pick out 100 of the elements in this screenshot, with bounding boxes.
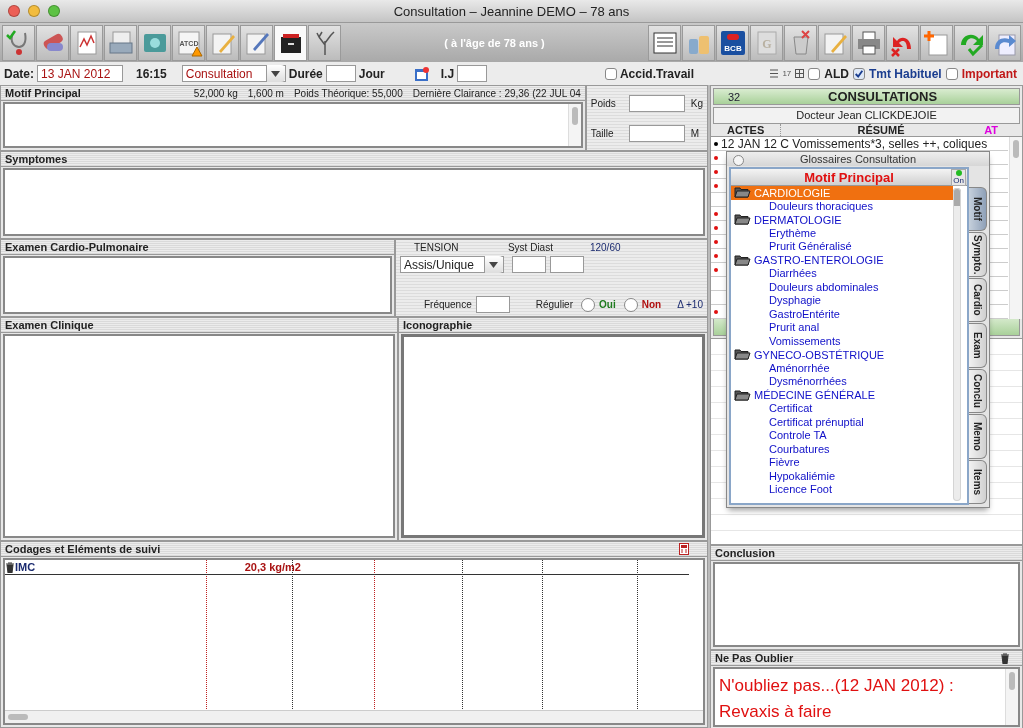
close-button[interactable] <box>8 5 20 17</box>
vertical-tab[interactable]: Cardio <box>969 277 987 323</box>
duree-label: Durée <box>288 66 323 81</box>
tree-item[interactable]: Aménorrhée <box>731 361 953 375</box>
calendar-icon[interactable] <box>413 65 430 82</box>
scrollbar[interactable] <box>953 188 961 501</box>
plus-icon[interactable] <box>795 69 805 78</box>
checkbox[interactable] <box>808 67 821 80</box>
tree-item[interactable]: Vomissements <box>731 334 953 348</box>
scrollbar[interactable] <box>1005 669 1018 725</box>
tree-item[interactable]: Courbatures <box>731 442 953 456</box>
tree-item[interactable]: Prurit Généralisé <box>731 240 953 254</box>
ij-field[interactable] <box>457 65 488 82</box>
vertical-tab[interactable]: Sympto. <box>969 232 987 277</box>
minimize-button[interactable] <box>28 5 40 17</box>
tree-item[interactable]: Prurit anal <box>731 321 953 335</box>
tree-item[interactable]: Hypokaliémie <box>731 469 953 483</box>
checkbox[interactable] <box>604 67 617 80</box>
height-label: 1,600 m <box>247 87 284 99</box>
add-document-icon <box>922 28 951 57</box>
tree-item[interactable]: Dysménorrhées <box>731 375 953 389</box>
vertical-tab[interactable]: Conclu <box>969 368 987 414</box>
tree-item[interactable]: Douleurs thoraciques <box>731 199 953 213</box>
age-label: ( à l'âge de 78 ans ) <box>443 36 546 49</box>
tree-item[interactable]: MÉDECINE GÉNÉRALE <box>731 388 953 402</box>
trash-icon[interactable] <box>1000 652 1010 664</box>
radio-button[interactable] <box>623 297 638 312</box>
conclusion-text-area[interactable] <box>713 562 1020 647</box>
scrollbar[interactable] <box>1009 137 1022 319</box>
frequence-field[interactable] <box>475 296 510 313</box>
taille-field[interactable] <box>628 124 685 142</box>
vertical-tab[interactable]: Motif <box>969 187 987 232</box>
on-switch[interactable]: On <box>951 169 966 186</box>
table-cell-text: 20,3 kg/m2 <box>243 561 301 573</box>
tree-item[interactable]: Certificat prénuptial <box>731 415 953 429</box>
vertical-tab[interactable]: Exam <box>969 323 987 368</box>
tree-item[interactable]: GastroEntérite <box>731 307 953 321</box>
caret-icon <box>271 70 281 77</box>
date-field[interactable]: 13 JAN 2012 <box>37 65 123 82</box>
folder-icon <box>734 187 751 199</box>
minus-icon[interactable] <box>770 69 779 78</box>
clearance-label: Dernière Clairance : 29,36 (22 JUL 04 <box>412 87 581 99</box>
scrollbar[interactable] <box>567 104 581 146</box>
folder-icon <box>734 349 751 361</box>
tree-item[interactable]: GASTRO-ENTEROLOGIE <box>731 253 953 267</box>
panel-title: Ne Pas Oublier <box>715 652 794 664</box>
checkbox-label: Accid.Travail <box>619 66 694 81</box>
tree-item[interactable]: Licence Foot <box>731 483 953 497</box>
zoom-button[interactable] <box>48 5 60 17</box>
checkbox[interactable] <box>853 67 865 80</box>
cardio-text-area[interactable] <box>3 256 392 314</box>
panel-title: Examen Clinique <box>5 319 94 331</box>
position-dropdown[interactable]: Assis/Unique <box>399 256 504 273</box>
vertical-tab[interactable]: Items <box>969 459 987 504</box>
calculator-icon[interactable] <box>679 543 689 555</box>
tree-item[interactable]: Certificat <box>731 402 953 416</box>
tree-item[interactable]: Dysphagie <box>731 294 953 308</box>
clinique-text-area[interactable] <box>3 334 395 538</box>
count-label: 32 <box>727 90 742 103</box>
toolbar-button[interactable] <box>274 24 307 61</box>
glossary-header: Motif Principal <box>804 169 894 185</box>
systolic-field[interactable] <box>511 256 546 273</box>
radio-button[interactable] <box>581 297 595 312</box>
counter-label: 17 <box>782 69 792 78</box>
frequence-label: Fréquence <box>423 299 472 310</box>
diastolic-field[interactable] <box>549 256 584 273</box>
symptoms-text-area[interactable] <box>3 168 705 236</box>
doctor-label: Docteur Jean CLICKDEJOIE <box>713 107 1020 124</box>
tree-item[interactable]: DERMATOLOGIE <box>731 213 953 227</box>
poids-field[interactable] <box>628 94 685 112</box>
trash-icon[interactable] <box>5 561 15 573</box>
vertical-tab[interactable]: Memo <box>969 414 987 459</box>
tree-item[interactable]: Controle TA <box>731 429 953 443</box>
folder-icon <box>734 214 751 226</box>
syst-diast-label: Syst Diast <box>507 242 554 253</box>
panel-title: Examen Cardio-Pulmonaire <box>5 241 149 253</box>
folder-icon <box>734 254 751 266</box>
theoretical-weight-label: Poids Théorique: 55,000 <box>293 87 403 99</box>
tree-item[interactable]: Diarrhées <box>731 267 953 281</box>
motif-text-area[interactable] <box>3 102 583 148</box>
tree-item[interactable]: Erythème <box>731 226 953 240</box>
type-dropdown[interactable]: Consultation <box>181 65 286 82</box>
poids-label: Poids <box>590 97 617 109</box>
checkbox-label: Tmt Habituel <box>869 66 942 81</box>
image-area[interactable] <box>401 334 705 538</box>
tree-item[interactable]: Fièvre <box>731 456 953 470</box>
checkbox[interactable] <box>945 67 958 80</box>
duree-field[interactable] <box>325 65 356 82</box>
folder-icon <box>734 389 751 401</box>
scrollbar[interactable] <box>5 710 703 723</box>
tree-item[interactable]: Douleurs abdominales <box>731 280 953 294</box>
panel-title: Conclusion <box>715 547 775 559</box>
panel-title: Motif Principal <box>5 87 81 99</box>
panel-title: Iconographie <box>403 319 473 331</box>
ij-label: I.J <box>440 66 455 81</box>
regulier-label: Régulier <box>535 299 573 310</box>
close-button[interactable] <box>733 155 744 166</box>
column-header[interactable]: RÉSUMÉ <box>781 124 981 136</box>
tree-item[interactable]: GYNECO-OBSTÉTRIQUE <box>731 348 953 362</box>
date-label: Date: <box>4 66 34 81</box>
